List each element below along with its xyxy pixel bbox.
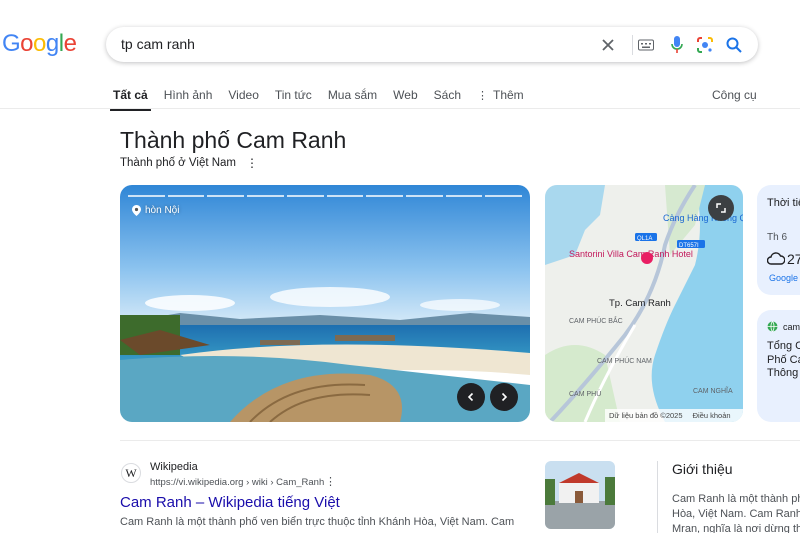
tab-news[interactable]: Tin tức [275,84,312,106]
keyboard-icon[interactable] [636,35,656,55]
about-title: Giới thiệu [672,461,733,477]
weather-source[interactable]: Google [769,273,798,283]
wikipedia-favicon: W [121,463,141,483]
tab-images[interactable]: Hình ảnh [164,84,213,106]
tab-books[interactable]: Sách [434,84,461,106]
search-tabs: Tất cả Hình ảnh Video Tin tức Mua sắm We… [110,84,540,111]
tab-web[interactable]: Web [393,84,417,106]
header-divider [0,108,800,109]
prev-photo-button[interactable] [457,383,485,411]
chevron-left-icon [467,392,474,402]
globe-icon [767,321,778,332]
map-label-city: Tp. Cam Ranh [609,298,671,309]
map-terms-link[interactable]: Điều khoản [693,411,731,420]
panel-subtitle: Thành phố ở Việt Nam [120,157,237,169]
news-card[interactable]: cam Tổng Cục Phố Ca Thông [757,310,800,422]
clear-icon[interactable] [598,35,618,55]
map-label-hotel: Santorini Villa Cam Ranh Hotel [569,249,693,259]
map-label-cam-phu: CAM PHÚ [569,389,601,398]
google-logo[interactable]: Google [2,30,77,58]
lens-icon[interactable] [695,35,715,55]
weather-label: Thời tiết [767,197,800,209]
news-source: cam [783,322,800,332]
map-preview[interactable]: QL1A DT657I Cảng Hàng Không Quốc Tế Cam … [545,185,743,422]
panel-subtitle-row: Thành phố ở Việt Nam ⋮ [120,156,258,170]
tab-more[interactable]: ⋮ Thêm [477,84,524,106]
map-copyright: Dữ liệu bản đồ ©2025 [609,411,683,420]
search-input[interactable]: tp cam ranh [121,36,195,52]
tools-button[interactable]: Công cụ [712,84,757,106]
search-divider [632,35,633,55]
result-thumbnail[interactable] [545,461,615,529]
news-text: Tổng Cục Phố Ca Thông [767,340,800,379]
map-attribution: Dữ liệu bản đồ ©2025 Điều khoản [609,411,731,420]
result-snippet: Cam Ranh là một thành phố ven biển trực … [120,516,515,528]
next-photo-button[interactable] [490,383,518,411]
about-text: Cam Ranh là một thành phố Hòa, Việt Nam.… [672,493,800,533]
map-image: QL1A DT657I Cảng Hàng Không Quốc Tế Cam … [545,185,743,422]
weather-card[interactable]: Thời tiết Th 6 27 Google [757,185,800,295]
result-options-icon[interactable]: ⋮ [325,475,336,488]
map-label-cam-nghia: CAM NGHĨA [693,386,733,395]
map-label-road-ql1a: QL1A [637,236,652,242]
tab-videos[interactable]: Video [228,84,258,106]
expand-icon [716,203,726,213]
voice-search-icon[interactable] [667,35,687,55]
tab-shopping[interactable]: Mua sắm [328,84,377,106]
location-pin-icon [132,205,141,216]
weather-temp: 27 [787,251,800,267]
result-site-name[interactable]: Wikipedia [150,461,198,473]
photo-location: hòn Nội [132,205,179,216]
section-divider [120,440,800,441]
cloud-icon [767,252,785,265]
result-title-link[interactable]: Cam Ranh – Wikipedia tiếng Việt [120,494,340,511]
map-label-cam-phuc-nam: CAM PHÚC NAM [597,356,652,365]
photo-location-label: hòn Nội [145,205,180,216]
search-icon[interactable] [724,35,744,55]
more-dots-icon: ⋮ [477,89,488,102]
chevron-right-icon [501,392,508,402]
result-url[interactable]: https://vi.wikipedia.org › wiki › Cam_Ra… [150,477,324,488]
panel-title: Thành phố Cam Ranh [120,127,347,153]
city-thumbnail-image [545,461,615,529]
map-label-cam-phuc-bac: CAM PHÚC BẮC [569,316,623,325]
more-options-icon[interactable]: ⋮ [246,156,258,170]
photo-carousel[interactable]: hòn Nội [120,185,530,422]
search-box[interactable]: tp cam ranh [106,27,758,62]
expand-map-button[interactable] [708,195,734,221]
tab-more-label: Thêm [493,88,524,102]
weather-day: Th 6 [767,232,788,243]
carousel-progress [128,195,523,197]
tab-all[interactable]: Tất cả [110,84,151,111]
about-divider [657,461,658,533]
